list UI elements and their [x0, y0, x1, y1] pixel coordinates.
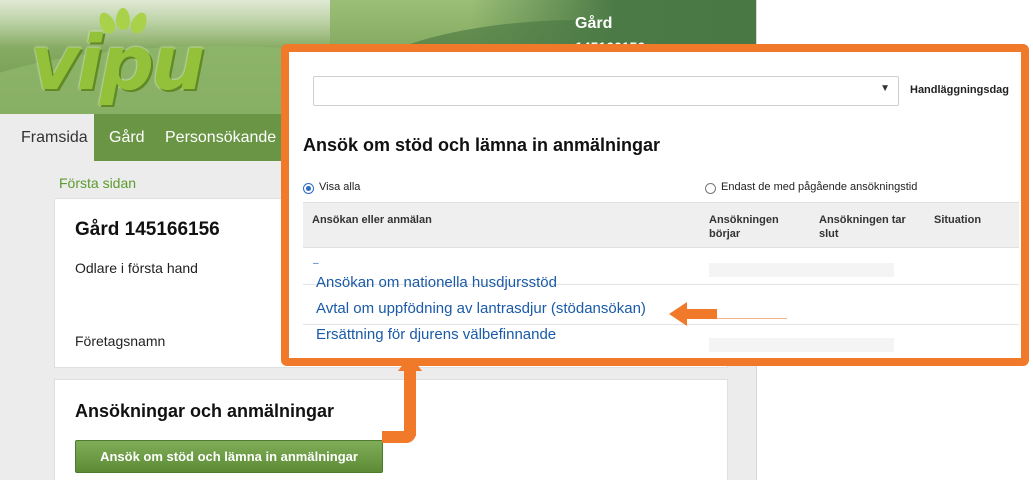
- zoom-callout: ▼ Handläggningsdag Ansök om stöd och läm…: [281, 44, 1029, 366]
- company-label: Företagsnamn: [75, 333, 166, 349]
- link-animal-welfare-payment[interactable]: Ersättning för djurens välbefinnande: [316, 322, 646, 348]
- applications-card-title: Ansökningar och anmälningar: [75, 401, 335, 421]
- caret-down-icon: ▼: [880, 83, 890, 94]
- row-marker: –: [313, 258, 319, 269]
- arrow-left-icon: [669, 302, 687, 326]
- column-header-starts[interactable]: Ansökningen börjar: [709, 213, 799, 241]
- applications-card: Ansökningar och anmälningar Ansök om stö…: [54, 379, 728, 480]
- link-national-livestock-support[interactable]: Ansökan om nationella husdjursstöd: [316, 270, 646, 296]
- table-row-placeholder: [709, 338, 894, 352]
- link-native-breed-agreement[interactable]: Avtal om uppfödning av lantrasdjur (stöd…: [316, 296, 646, 322]
- column-header-situation[interactable]: Situation: [934, 213, 981, 227]
- table-header: Ansökan eller anmälan Ansökningen börjar…: [303, 202, 1019, 248]
- nav-item-framsida[interactable]: Framsida: [15, 114, 94, 161]
- breadcrumb-first-page[interactable]: Första sidan: [59, 175, 136, 191]
- highlight-underline: [717, 318, 787, 319]
- farm-role: Odlare i första hand: [75, 260, 198, 276]
- radio-show-all-label[interactable]: Visa alla: [319, 181, 360, 193]
- radio-show-all[interactable]: [303, 183, 314, 194]
- processing-day-label: Handläggningsdag: [910, 84, 1009, 96]
- farm-card-title: Gård 145166156: [75, 219, 220, 240]
- farm-heading: Gård: [575, 15, 613, 32]
- column-header-ends[interactable]: Ansökningen tar slut: [819, 213, 919, 241]
- logo-text: vipu: [30, 18, 205, 107]
- radio-ongoing-only[interactable]: [705, 183, 716, 194]
- radio-ongoing-only-label[interactable]: Endast de med pågående ansökningstid: [721, 181, 917, 193]
- nav-item-personsokande[interactable]: Personsökande: [159, 114, 282, 161]
- highlight-arrow: [685, 309, 717, 319]
- connector-arrow: [404, 366, 416, 436]
- nav-item-gard[interactable]: Gård: [103, 114, 151, 161]
- vipu-logo[interactable]: vipu: [30, 8, 240, 112]
- application-links: Ansökan om nationella husdjursstöd Avtal…: [316, 270, 646, 348]
- callout-title: Ansök om stöd och lämna in anmälningar: [303, 135, 661, 155]
- apply-support-button[interactable]: Ansök om stöd och lämna in anmälningar: [75, 440, 383, 473]
- selector-dropdown[interactable]: ▼: [313, 76, 899, 106]
- connector-arrow-elbow: [382, 431, 416, 443]
- column-header-application[interactable]: Ansökan eller anmälan: [312, 213, 432, 227]
- table-row-placeholder: [709, 263, 894, 277]
